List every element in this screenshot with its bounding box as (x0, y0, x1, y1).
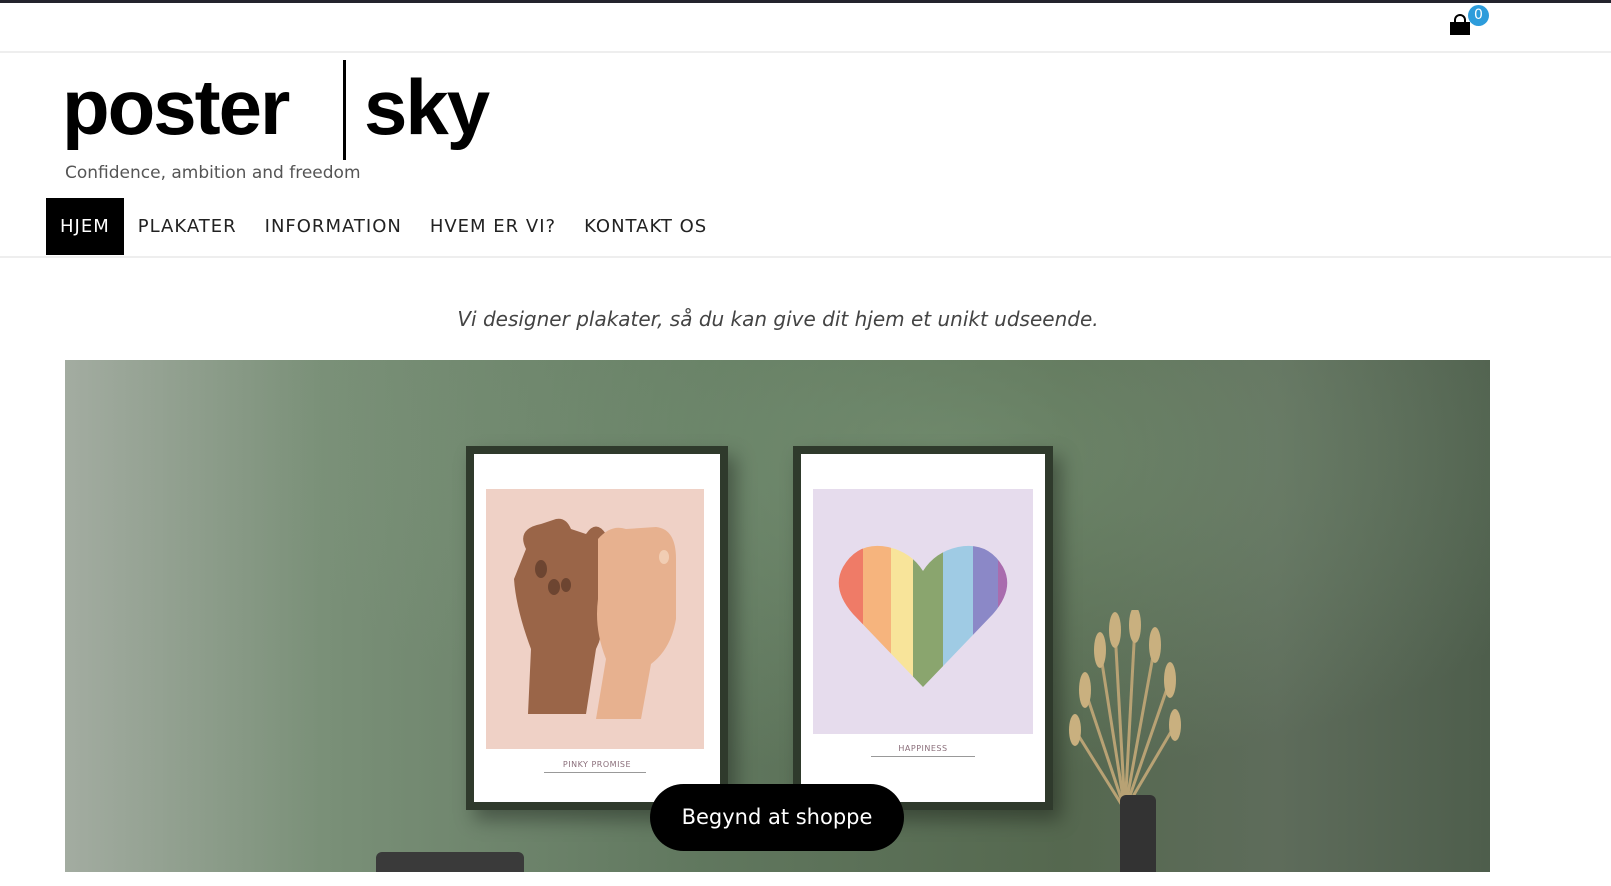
nav-item-plakater[interactable]: PLAKATER (124, 198, 251, 255)
logo-divider (343, 60, 346, 160)
logo-text-left: poster (62, 63, 290, 151)
cart-count-badge: 0 (1468, 5, 1489, 26)
vase-decoration (1120, 795, 1156, 872)
poster-title-rule (871, 756, 975, 757)
hands-illustration (514, 518, 676, 719)
nav-item-kontakt-os[interactable]: KONTAKT OS (570, 198, 721, 255)
nav-item-information[interactable]: INFORMATION (251, 198, 416, 255)
intro-text: Vi designer plakater, så du kan give dit… (457, 307, 1099, 331)
main-nav: HJEM PLAKATER INFORMATION HVEM ER VI? KO… (46, 198, 721, 255)
start-shopping-button[interactable]: Begynd at shoppe (650, 784, 904, 851)
logo-text-right: sky (364, 63, 490, 151)
poster-mat: PINKY PROMISE (474, 454, 720, 802)
poster-frame-happiness: HAPPINESS (793, 446, 1053, 810)
happiness-illustration (813, 489, 1033, 734)
nav-divider (0, 256, 1611, 258)
poster-title: PINKY PROMISE (562, 760, 632, 769)
poster-title: HAPPINESS (898, 744, 948, 753)
nav-item-hjem[interactable]: HJEM (46, 198, 124, 255)
site-tagline: Confidence, ambition and freedom (65, 163, 361, 183)
poster-frame-pinky-promise: PINKY PROMISE (466, 446, 728, 810)
poster-title-rule (544, 772, 646, 773)
poster-mat: HAPPINESS (801, 454, 1045, 802)
bowl-decoration (376, 852, 524, 872)
pinky-promise-illustration (486, 489, 704, 749)
top-bar (0, 3, 1611, 53)
dried-grass-decoration (1069, 610, 1181, 810)
site-logo[interactable]: poster sky (62, 60, 512, 160)
nav-item-hvem-er-vi[interactable]: HVEM ER VI? (416, 198, 570, 255)
rainbow-heart-illustration (838, 545, 1008, 687)
